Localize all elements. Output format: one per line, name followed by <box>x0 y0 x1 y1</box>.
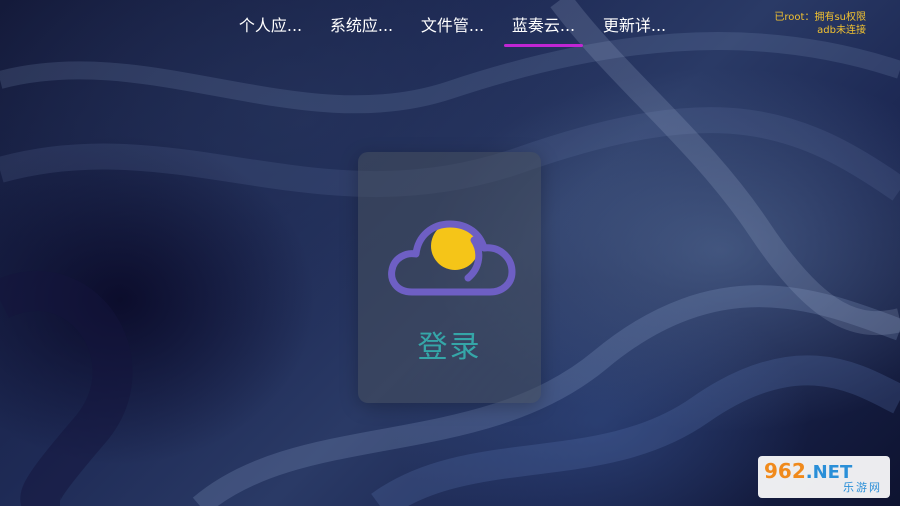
login-label: 登录 <box>417 330 482 365</box>
login-card[interactable]: 登录 <box>358 152 541 403</box>
tab-label: 蓝奏云... <box>511 16 576 35</box>
app-screen: 个人应... 系统应... 文件管... 蓝奏云... 更新详... 已root… <box>0 0 900 506</box>
watermark-main: 962.NET <box>764 459 852 483</box>
tab-system-apps[interactable]: 系统应... <box>316 10 407 50</box>
tab-label: 文件管... <box>420 16 485 35</box>
tab-file-manager[interactable]: 文件管... <box>407 10 498 50</box>
tab-label: 系统应... <box>329 16 394 35</box>
tab-label: 个人应... <box>238 16 303 35</box>
tab-label: 更新详... <box>602 16 667 35</box>
watermark-number: 962 <box>764 459 806 483</box>
tab-personal-apps[interactable]: 个人应... <box>225 10 316 50</box>
watermark-sub: 乐游网 <box>843 481 882 494</box>
connection-status: 已root：拥有su权限 adb未连接 <box>774 11 866 37</box>
tab-indicator <box>504 44 583 47</box>
site-watermark-logo: 962.NET 乐游网 <box>758 456 890 498</box>
tab-update-details[interactable]: 更新详... <box>589 10 680 50</box>
top-tab-bar: 个人应... 系统应... 文件管... 蓝奏云... 更新详... <box>225 10 680 50</box>
tab-lanzou-cloud[interactable]: 蓝奏云... <box>498 10 589 50</box>
adb-status-text: adb未连接 <box>817 25 866 36</box>
root-status-text: 已root：拥有su权限 <box>774 12 866 23</box>
cloud-moon-icon <box>388 220 516 296</box>
